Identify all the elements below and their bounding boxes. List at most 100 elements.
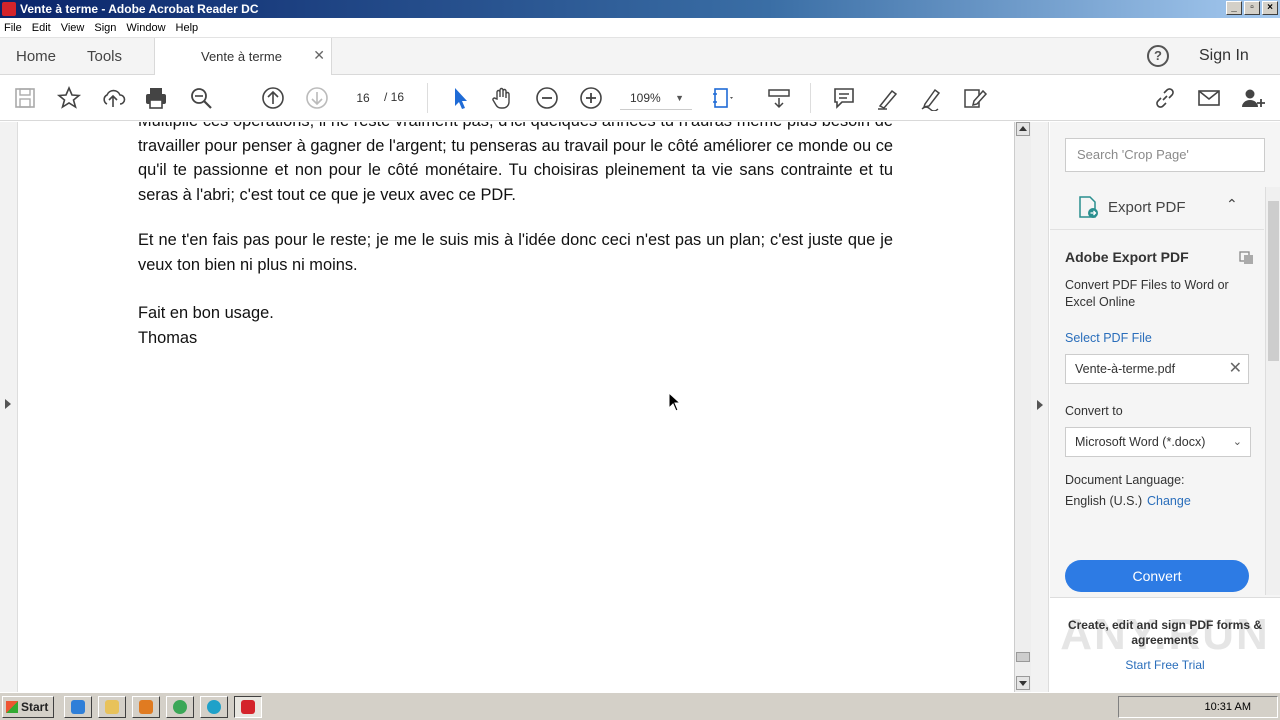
taskbar-media-icon[interactable]	[132, 696, 160, 718]
help-icon[interactable]: ?	[1147, 45, 1169, 67]
chevron-down-icon: ⌄	[1232, 436, 1242, 448]
chevron-down-icon: ▼	[675, 93, 684, 103]
bookmark-star-icon[interactable]	[56, 85, 82, 111]
menu-window[interactable]: Window	[126, 22, 165, 34]
fit-page-icon[interactable]	[710, 85, 736, 111]
document-paragraph: Et ne t'en fais pas pour le reste; je me…	[138, 231, 893, 274]
highlight-pen-icon[interactable]	[875, 85, 901, 111]
selected-file-field[interactable]: Vente-à-terme.pdf ✕	[1065, 354, 1249, 384]
convert-to-label: Convert to	[1065, 404, 1123, 418]
print-icon[interactable]	[143, 85, 169, 111]
taskbar-ie-icon[interactable]	[64, 696, 92, 718]
upload-cloud-icon[interactable]	[100, 85, 126, 111]
tools-pane-scrollbar[interactable]	[1265, 187, 1280, 595]
scroll-mode-icon[interactable]	[766, 85, 792, 111]
menu-sign[interactable]: Sign	[94, 22, 116, 34]
maximize-button[interactable]: ▫	[1244, 1, 1260, 15]
menu-help[interactable]: Help	[176, 22, 199, 34]
clock: 10:31 AM	[1204, 701, 1251, 713]
expand-left-panel-icon[interactable]	[5, 399, 11, 409]
export-pdf-header[interactable]: Export PDF ⌃	[1050, 184, 1264, 230]
promo-panel: ANY.RUN Create, edit and sign PDF forms …	[1050, 597, 1280, 692]
acrobat-window: Vente à terme - Adobe Acrobat Reader DC …	[0, 0, 1280, 720]
scroll-up-button[interactable]	[1016, 122, 1030, 136]
copy-icon[interactable]	[1239, 249, 1255, 265]
change-language-link[interactable]: Change	[1147, 494, 1191, 508]
taskbar: Start 10:31 AM	[0, 692, 1280, 720]
save-icon[interactable]	[12, 85, 38, 111]
zoom-out-icon[interactable]	[534, 85, 560, 111]
document-language-value: English (U.S.)	[1065, 494, 1143, 508]
page-number-input[interactable]: 16	[348, 88, 378, 108]
window-controls: _ ▫ ×	[1226, 1, 1278, 15]
mouse-cursor-icon	[668, 392, 682, 412]
menu-file[interactable]: File	[4, 22, 22, 34]
menu-bar: File Edit View Sign Window Help	[0, 18, 1280, 38]
promo-text: Create, edit and sign PDF forms & agreem…	[1067, 618, 1263, 647]
toolbar-divider	[810, 83, 811, 113]
document-tab-label: Vente à terme	[201, 49, 282, 64]
share-link-icon[interactable]	[1152, 85, 1178, 111]
chevron-up-icon[interactable]: ⌃	[1226, 196, 1238, 213]
zoom-search-icon[interactable]	[188, 85, 214, 111]
right-pane-toggle[interactable]	[1031, 122, 1049, 692]
document-paragraph: Fait en bon usage.	[138, 304, 274, 322]
tab-bar: Home Tools Vente à terme ✕ ? Sign In	[0, 38, 1280, 76]
format-value: Microsoft Word (*.docx)	[1075, 435, 1206, 449]
page-count: / 16	[384, 90, 405, 104]
previous-page-icon[interactable]	[260, 85, 286, 111]
title-bar: Vente à terme - Adobe Acrobat Reader DC …	[0, 0, 1280, 18]
minimize-button[interactable]: _	[1226, 1, 1242, 15]
toolbar-divider	[427, 83, 428, 113]
taskbar-edge-icon[interactable]	[200, 696, 228, 718]
fill-sign-icon[interactable]	[919, 85, 945, 112]
tab-home[interactable]: Home	[16, 48, 56, 65]
select-cursor-icon[interactable]	[447, 85, 473, 111]
windows-flag-icon	[6, 701, 18, 713]
scroll-thumb[interactable]	[1268, 201, 1279, 361]
scroll-down-button[interactable]	[1016, 676, 1030, 690]
email-icon[interactable]	[1196, 85, 1222, 111]
panel-title: Adobe Export PDF	[1065, 249, 1189, 265]
sign-in-link[interactable]: Sign In	[1199, 47, 1249, 65]
next-page-icon[interactable]	[304, 85, 330, 111]
document-language-label: Document Language:	[1065, 473, 1185, 487]
tools-search-input[interactable]: Search 'Crop Page'	[1065, 138, 1265, 172]
document-scrollbar[interactable]	[1014, 122, 1031, 692]
convert-button[interactable]: Convert	[1065, 560, 1249, 592]
menu-view[interactable]: View	[61, 22, 85, 34]
start-button[interactable]: Start	[2, 696, 54, 718]
comment-icon[interactable]	[831, 85, 857, 111]
menu-edit[interactable]: Edit	[32, 22, 51, 34]
format-select[interactable]: Microsoft Word (*.docx) ⌄	[1065, 427, 1251, 457]
zoom-level-select[interactable]: 109% ▼	[620, 86, 692, 110]
close-button[interactable]: ×	[1262, 1, 1278, 15]
panel-description: Convert PDF Files to Word or Excel Onlin…	[1065, 278, 1229, 309]
selected-file-name: Vente-à-terme.pdf	[1075, 362, 1176, 376]
select-pdf-link[interactable]: Select PDF File	[1065, 331, 1152, 345]
hand-tool-icon[interactable]	[490, 85, 516, 111]
tab-tools[interactable]: Tools	[87, 48, 122, 65]
toolbar: 16 / 16 109% ▼	[0, 75, 1280, 121]
start-trial-link[interactable]: Start Free Trial	[1050, 658, 1280, 672]
collapse-right-pane-icon[interactable]	[1037, 400, 1043, 410]
document-signature: Thomas	[138, 329, 198, 347]
scroll-thumb[interactable]	[1016, 652, 1030, 662]
remove-file-icon[interactable]: ✕	[1229, 355, 1242, 383]
document-paragraph: Multiplie ces opérations; il ne reste vr…	[138, 122, 893, 204]
taskbar-chrome-icon[interactable]	[166, 696, 194, 718]
system-tray: 10:31 AM	[1118, 696, 1278, 718]
start-label: Start	[21, 700, 49, 714]
left-nav-rail[interactable]	[0, 122, 18, 692]
zoom-in-icon[interactable]	[578, 85, 604, 111]
taskbar-acrobat-icon[interactable]	[234, 696, 262, 718]
document-page: Multiplie ces opérations; il ne reste vr…	[18, 122, 1014, 692]
close-tab-icon[interactable]: ✕	[313, 47, 325, 64]
add-user-icon[interactable]	[1240, 85, 1266, 111]
tab-document[interactable]: Vente à terme ✕	[154, 38, 332, 76]
edit-pdf-icon[interactable]	[962, 85, 988, 111]
taskbar-explorer-icon[interactable]	[98, 696, 126, 718]
export-pdf-label: Export PDF	[1108, 199, 1186, 216]
zoom-value: 109%	[630, 91, 661, 105]
acrobat-icon	[2, 2, 16, 16]
